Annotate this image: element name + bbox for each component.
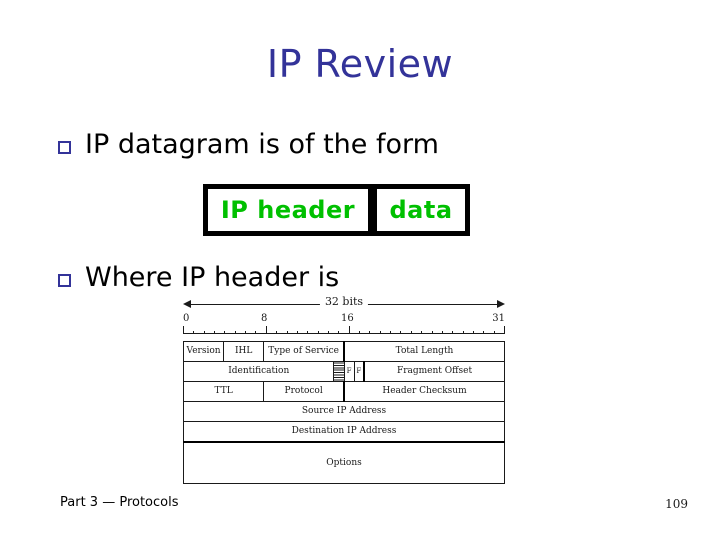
ruler-tick <box>504 326 505 334</box>
ruler-tick <box>473 331 474 334</box>
ruler-tick <box>297 331 298 334</box>
table-row: Identification F F Fragment Offset <box>182 361 506 382</box>
table-row: Destination IP Address <box>183 421 505 443</box>
field-header-checksum: Header Checksum <box>343 381 505 402</box>
field-dont-fragment-flag: F <box>343 361 355 382</box>
ruler-tick <box>390 331 391 334</box>
ruler-tick-label-31: 31 <box>492 313 505 324</box>
ruler-tick <box>183 326 184 334</box>
footer-section-label: Part 3 — Protocols <box>60 495 179 510</box>
field-options: Options <box>183 441 505 484</box>
bullet-item-2: Where IP header is <box>58 262 339 294</box>
ruler-tick-label-0: 0 <box>183 313 190 324</box>
arrow-head-left-icon <box>183 300 191 308</box>
bit-ruler: 0 8 16 31 <box>183 313 505 337</box>
ruler-tick <box>245 331 246 334</box>
ruler-tick <box>369 331 370 334</box>
ruler-tick <box>380 331 381 334</box>
ruler-tick <box>359 331 360 334</box>
field-more-fragments-flag: F <box>353 361 366 382</box>
table-row: Options <box>183 441 505 484</box>
field-version: Version <box>182 341 225 362</box>
ruler-tick-label-8: 8 <box>261 313 268 324</box>
ruler-tick <box>224 331 225 334</box>
field-protocol: Protocol <box>263 381 346 402</box>
bit-width-label: 32 bits <box>319 295 369 309</box>
ruler-tick <box>442 331 443 334</box>
ruler-tick <box>421 331 422 334</box>
ruler-tick <box>287 331 288 334</box>
ruler-tick <box>411 331 412 334</box>
ruler-tick <box>400 331 401 334</box>
field-ttl: TTL <box>182 381 265 402</box>
datagram-box-data: data <box>372 184 470 236</box>
bullet-item-2-label: Where IP header is <box>85 262 340 293</box>
slide-canvas: IP Review IP datagram is of the form IP … <box>0 0 720 540</box>
field-source-ip-address: Source IP Address <box>183 401 505 422</box>
table-row: Source IP Address <box>183 401 505 422</box>
ruler-tick-label-16: 16 <box>341 313 354 324</box>
page-title: IP Review <box>266 42 454 86</box>
footer-page-number: 109 <box>665 497 688 511</box>
field-total-length: Total Length <box>343 341 505 362</box>
ruler-tick <box>204 331 205 334</box>
square-bullet-icon <box>58 140 71 154</box>
ip-header-field-table: Version IHL Type of Service Total Length… <box>182 341 506 484</box>
field-type-of-service: Type of Service <box>263 341 346 362</box>
datagram-box-ip-header: IP header <box>203 184 373 236</box>
ip-header-format-figure: 32 bits 0 8 16 31 Version IHL Type of Se… <box>182 295 506 484</box>
ruler-tick <box>214 331 215 334</box>
ruler-tick <box>432 331 433 334</box>
ruler-tick <box>266 326 267 334</box>
bit-width-arrow: 32 bits <box>183 295 505 313</box>
field-reserved-flag-hatched <box>333 361 345 382</box>
ruler-tick <box>463 331 464 334</box>
table-row: Version IHL Type of Service Total Length <box>182 341 505 362</box>
ip-datagram-diagram: IP header data <box>203 184 470 236</box>
arrow-head-right-icon <box>497 300 505 308</box>
ruler-tick <box>338 331 339 334</box>
field-ihl: IHL <box>223 341 265 362</box>
ruler-tick <box>318 331 319 334</box>
ruler-tick <box>483 331 484 334</box>
ruler-baseline <box>183 333 505 334</box>
ruler-tickbar <box>183 326 505 334</box>
bullet-item-1-label: IP datagram is of the form <box>85 129 439 160</box>
table-row: TTL Protocol Header Checksum <box>182 381 505 402</box>
ruler-tick <box>494 331 495 334</box>
field-identification: Identification <box>182 361 335 382</box>
square-bullet-icon <box>58 273 71 287</box>
ruler-tick <box>452 331 453 334</box>
ruler-tick <box>349 326 350 334</box>
ruler-tick <box>276 331 277 334</box>
ruler-tick <box>328 331 329 334</box>
ruler-tick <box>307 331 308 334</box>
ruler-tick <box>255 331 256 334</box>
field-fragment-offset: Fragment Offset <box>363 361 506 382</box>
ruler-tick <box>235 331 236 334</box>
bullet-item-1: IP datagram is of the form <box>58 129 439 161</box>
field-destination-ip-address: Destination IP Address <box>183 421 505 443</box>
ruler-tick <box>193 331 194 334</box>
